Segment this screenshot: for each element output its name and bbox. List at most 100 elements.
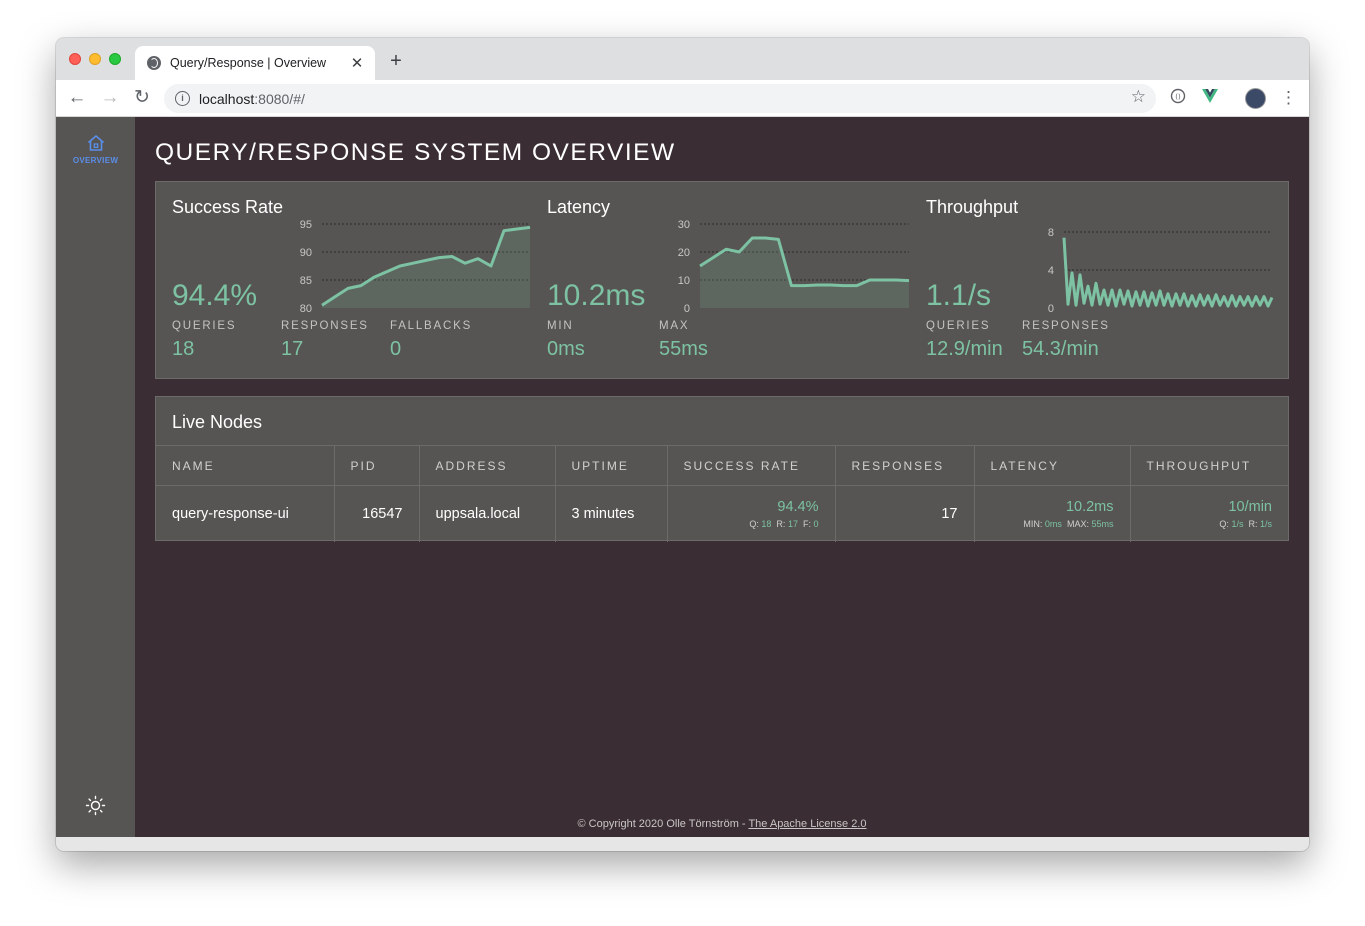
column-header-pid[interactable]: PID: [334, 445, 420, 486]
reload-button[interactable]: ↻: [131, 87, 153, 109]
stats-panel: Success Rate 94.4% QUERIES 18 RESPONSES …: [155, 181, 1289, 379]
sun-icon: [85, 795, 106, 816]
extension-icon[interactable]: (): [1168, 88, 1188, 108]
column-header-throughput[interactable]: THROUGHPUT: [1130, 445, 1288, 486]
tab-title: Query/Response | Overview: [170, 56, 327, 70]
sr-q-value: 18: [761, 518, 772, 529]
browser-menu-icon[interactable]: ⋮: [1280, 87, 1297, 109]
node-success-rate-cell: 94.4% Q: 18 R: 17 F: 0: [667, 485, 836, 542]
latency-tick-label: 10: [678, 275, 690, 287]
node-latency-cell: 10.2ms MIN: 0ms MAX: 55ms: [974, 485, 1131, 542]
node-success-rate-detail: Q: 18 R: 17 F: 0: [684, 518, 819, 529]
node-name: query-response-ui: [156, 485, 335, 542]
column-header-success-rate[interactable]: SUCCESS RATE: [667, 445, 836, 486]
sr-f-value: 0: [813, 518, 819, 529]
node-latency: 10.2ms: [1065, 498, 1114, 515]
throughput-tick-label: 0: [1048, 303, 1054, 315]
column-header-name[interactable]: NAME: [156, 445, 335, 486]
bookmark-star-icon[interactable]: ☆: [1131, 87, 1146, 107]
column-header-responses[interactable]: RESPONSES: [835, 445, 975, 486]
latency-title: Latency: [547, 197, 611, 217]
min-value: 0ms: [547, 338, 585, 360]
footer: © Copyright 2020 Olle Törnström - The Ap…: [135, 818, 1309, 830]
latency-area: [700, 238, 909, 308]
live-nodes-table: NAME PID ADDRESS UPTIME SUCCESS RATE RES…: [156, 445, 1288, 542]
window-bottom-strip: [56, 837, 1309, 851]
max-label: MAX: [659, 320, 690, 332]
latency-value: 10.2ms: [547, 279, 646, 312]
responses-label: RESPONSES: [281, 320, 369, 332]
close-window-button[interactable]: [69, 53, 81, 65]
lat-min-value: 0ms: [1044, 518, 1062, 529]
node-latency-detail: MIN: 0ms MAX: 55ms: [991, 518, 1114, 529]
column-header-address[interactable]: ADDRESS: [419, 445, 556, 486]
throughput-value: 1.1/s: [926, 279, 992, 312]
latency-tick-label: 20: [678, 247, 690, 259]
url-path: :8080/#/: [254, 90, 305, 107]
info-icon[interactable]: i: [175, 91, 190, 106]
browser-window: Query/Response | Overview ✕ + ← → ↻ i lo…: [56, 38, 1309, 851]
sr-q-label: Q:: [749, 518, 759, 529]
browser-toolbar: ← → ↻ i localhost :8080/#/ ☆ () ⋮: [56, 80, 1309, 117]
app-root: OVERVIEW QUERY/RESPONSE SYSTEM OVERVIEW …: [56, 117, 1309, 837]
throughput-series-line: [1062, 237, 1274, 308]
success-rate-value: 94.4%: [172, 279, 258, 312]
forward-button[interactable]: →: [99, 87, 121, 109]
fallbacks-label: FALLBACKS: [390, 320, 473, 332]
vue-devtools-icon[interactable]: [1200, 88, 1220, 108]
new-tab-button[interactable]: +: [386, 50, 406, 73]
zoom-window-button[interactable]: [109, 53, 121, 65]
success-rate-tick-label: 95: [300, 219, 312, 231]
throughput-chart: 8 4 0: [1048, 227, 1274, 315]
home-icon: [87, 135, 104, 151]
address-bar[interactable]: i localhost :8080/#/ ☆: [164, 84, 1156, 113]
latency-tick-label: 0: [684, 303, 690, 315]
sr-r-label: R:: [776, 518, 786, 529]
sidebar-item-label: OVERVIEW: [72, 156, 119, 165]
throughput-tick-label: 4: [1048, 265, 1054, 277]
profile-avatar[interactable]: [1245, 88, 1266, 109]
node-uptime: 3 minutes: [555, 485, 668, 542]
browser-tab[interactable]: Query/Response | Overview ✕: [135, 46, 375, 80]
close-tab-icon[interactable]: ✕: [345, 54, 369, 72]
sidebar: OVERVIEW: [56, 117, 135, 837]
tp-r-value: 1/s: [1259, 518, 1272, 529]
tp-r-label: R:: [1248, 518, 1258, 529]
tp-q-value: 1/s: [1231, 518, 1244, 529]
latency-tick-label: 30: [678, 219, 690, 231]
minimize-window-button[interactable]: [89, 53, 101, 65]
throughput-responses-label: RESPONSES: [1022, 320, 1110, 332]
license-link[interactable]: The Apache License 2.0: [748, 818, 866, 830]
lat-min-label: MIN:: [1023, 518, 1043, 529]
node-success-rate: 94.4%: [777, 498, 819, 515]
page-title: QUERY/RESPONSE SYSTEM OVERVIEW: [155, 139, 676, 166]
live-nodes-title: Live Nodes: [172, 412, 263, 432]
sidebar-item-overview[interactable]: OVERVIEW: [56, 133, 135, 165]
column-header-latency[interactable]: LATENCY: [974, 445, 1131, 486]
table-row[interactable]: query-response-ui 16547 uppsala.local 3 …: [156, 485, 1288, 542]
fallbacks-value: 0: [390, 338, 402, 360]
success-rate-title: Success Rate: [172, 197, 284, 217]
node-responses: 17: [835, 485, 975, 542]
throughput-title: Throughput: [926, 197, 1019, 217]
theme-toggle-button[interactable]: [85, 795, 106, 816]
sr-r-value: 17: [787, 518, 798, 529]
lat-max-value: 55ms: [1091, 518, 1114, 529]
max-value: 55ms: [659, 338, 708, 360]
table-header-row: NAME PID ADDRESS UPTIME SUCCESS RATE RES…: [156, 445, 1288, 486]
tp-q-label: Q:: [1219, 518, 1229, 529]
live-nodes-panel: Live Nodes NAME PID ADDRESS UPTIME SUCCE…: [155, 396, 1289, 542]
throughput-queries-label: QUERIES: [926, 320, 991, 332]
success-rate-chart: 95 90 85 80: [300, 219, 531, 315]
back-button[interactable]: ←: [66, 87, 88, 109]
queries-value: 18: [172, 338, 195, 360]
success-rate-area: [322, 227, 530, 308]
throughput-queries-value: 12.9/min: [926, 338, 1003, 360]
column-header-uptime[interactable]: UPTIME: [555, 445, 668, 486]
sr-f-label: F:: [802, 518, 811, 529]
throughput-tick-label: 8: [1048, 227, 1054, 239]
success-rate-tick-label: 80: [300, 303, 312, 315]
svg-text:(): (): [1175, 93, 1181, 101]
node-pid: 16547: [334, 485, 420, 542]
footer-copyright: © Copyright 2020 Olle Törnström -: [577, 818, 749, 830]
